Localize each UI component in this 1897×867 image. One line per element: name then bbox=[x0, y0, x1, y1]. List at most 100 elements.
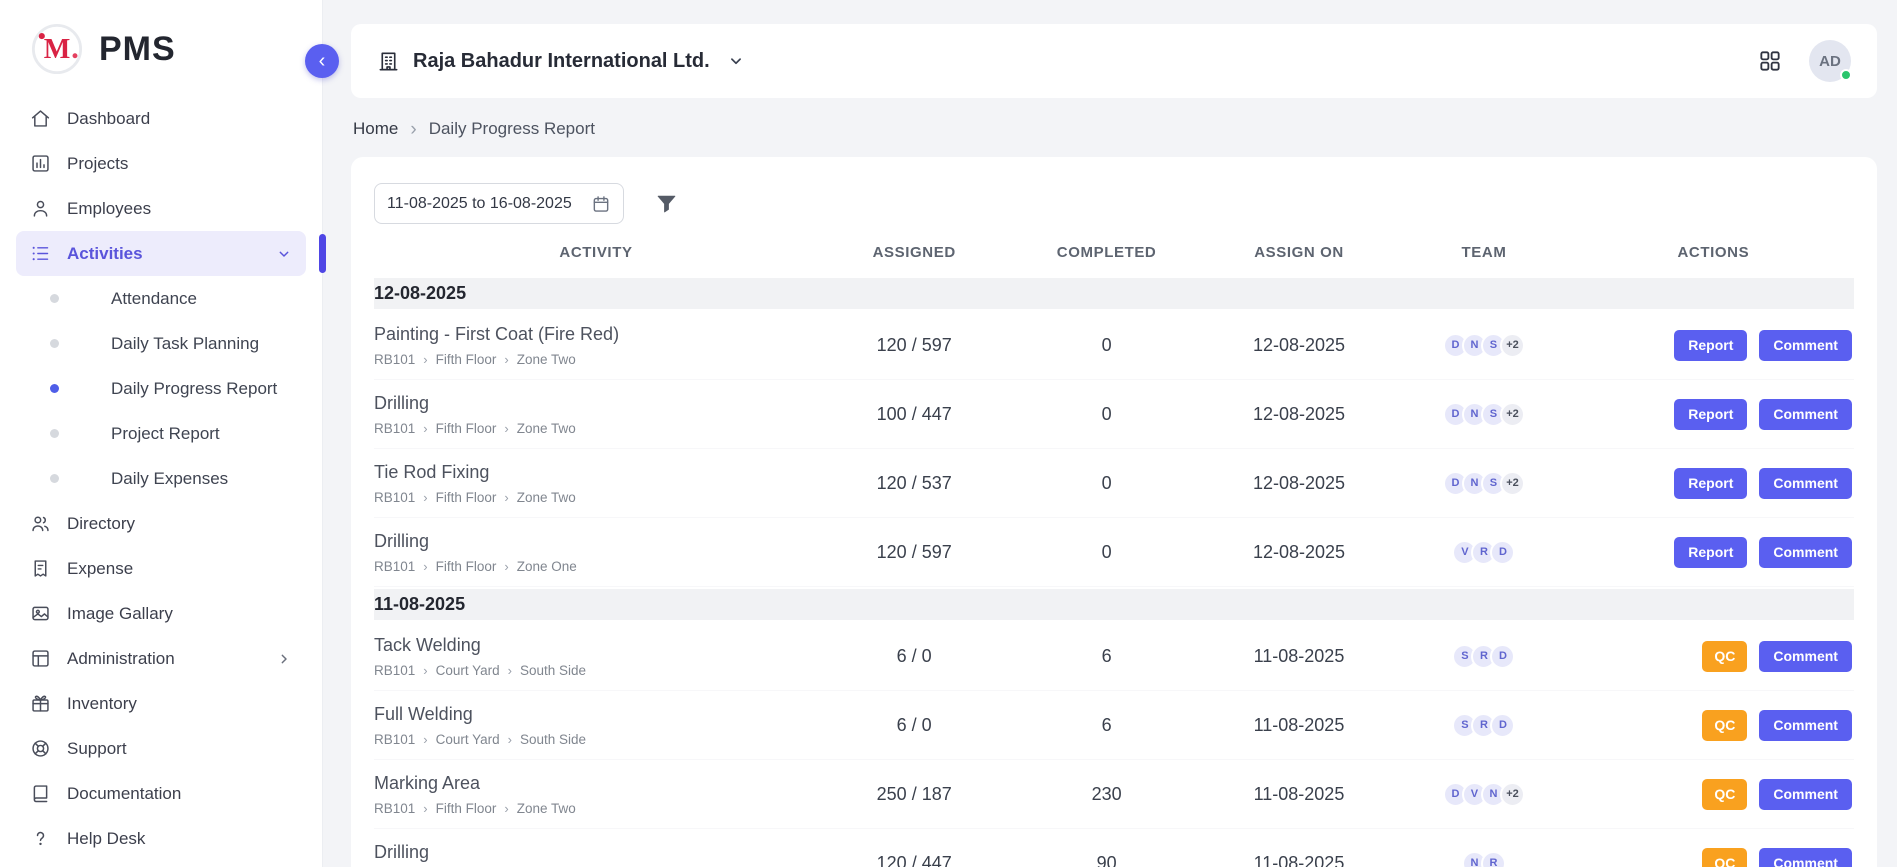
qc-button[interactable]: QC bbox=[1702, 710, 1747, 741]
sidebar-subitem-label: Daily Task Planning bbox=[111, 334, 259, 354]
activity-location-path: RB101›Fifth Floor›Zone Two bbox=[374, 801, 818, 816]
qc-button[interactable]: QC bbox=[1702, 779, 1747, 810]
activity-name: Drilling bbox=[374, 393, 818, 414]
completed-value: 90 bbox=[1010, 853, 1202, 867]
date-range-value: 11-08-2025 to 16-08-2025 bbox=[387, 195, 572, 213]
comment-button[interactable]: Comment bbox=[1759, 330, 1852, 361]
report-button[interactable]: Report bbox=[1674, 330, 1747, 361]
bullet-icon bbox=[50, 384, 59, 393]
company-selector[interactable]: Raja Bahadur International Ltd. bbox=[377, 50, 745, 73]
administration-icon bbox=[30, 648, 51, 669]
sidebar-item-label: Inventory bbox=[67, 694, 137, 714]
inventory-icon bbox=[30, 693, 51, 714]
sidebar-item-projects[interactable]: Projects bbox=[16, 141, 306, 186]
completed-value: 0 bbox=[1010, 473, 1202, 494]
comment-button[interactable]: Comment bbox=[1759, 468, 1852, 499]
comment-button[interactable]: Comment bbox=[1759, 399, 1852, 430]
date-range-input[interactable]: 11-08-2025 to 16-08-2025 bbox=[374, 183, 624, 224]
expense-icon bbox=[30, 558, 51, 579]
qc-button[interactable]: QC bbox=[1702, 848, 1747, 867]
actions-cell: QC Comment bbox=[1573, 848, 1854, 867]
sidebar-subitem-daily-expenses[interactable]: Daily Expenses bbox=[16, 456, 306, 501]
company-name: Raja Bahadur International Ltd. bbox=[413, 50, 710, 73]
team-extra-count[interactable]: +2 bbox=[1500, 471, 1525, 496]
sidebar-item-dashboard[interactable]: Dashboard bbox=[16, 96, 306, 141]
path-segment: RB101 bbox=[374, 559, 415, 574]
user-avatar[interactable]: AD bbox=[1809, 40, 1851, 82]
assign-on-date: 11-08-2025 bbox=[1203, 715, 1395, 736]
report-button[interactable]: Report bbox=[1674, 399, 1747, 430]
sidebar-item-inventory[interactable]: Inventory bbox=[16, 681, 306, 726]
report-button[interactable]: Report bbox=[1674, 468, 1747, 499]
sidebar-subitem-daily-task-planning[interactable]: Daily Task Planning bbox=[16, 321, 306, 366]
qc-button[interactable]: QC bbox=[1702, 641, 1747, 672]
sidebar-nav: DashboardProjectsEmployeesActivitiesAtte… bbox=[0, 90, 322, 861]
team-member-avatar[interactable]: R bbox=[1481, 851, 1506, 867]
bullet-icon bbox=[50, 474, 59, 483]
comment-button[interactable]: Comment bbox=[1759, 710, 1852, 741]
chevron-right-icon: › bbox=[410, 120, 416, 139]
sidebar-item-help-desk[interactable]: Help Desk bbox=[16, 816, 306, 861]
sidebar-subitem-attendance[interactable]: Attendance bbox=[16, 276, 306, 321]
chevron-right-icon: › bbox=[504, 352, 508, 367]
actions-cell: Report Comment bbox=[1573, 468, 1854, 499]
chevron-right-icon: › bbox=[504, 421, 508, 436]
table-row: Full WeldingRB101›Court Yard›South Side6… bbox=[374, 691, 1854, 760]
path-segment: South Side bbox=[520, 732, 586, 747]
sidebar-item-administration[interactable]: Administration bbox=[16, 636, 306, 681]
sidebar-collapse-button[interactable]: ‹ bbox=[305, 44, 339, 78]
path-segment: Court Yard bbox=[436, 663, 500, 678]
apps-grid-icon[interactable] bbox=[1757, 48, 1783, 74]
chevron-right-icon: › bbox=[423, 490, 427, 505]
actions-cell: Report Comment bbox=[1573, 330, 1854, 361]
sidebar-item-directory[interactable]: Directory bbox=[16, 501, 306, 546]
support-icon bbox=[30, 738, 51, 759]
chevron-right-icon: › bbox=[423, 559, 427, 574]
comment-button[interactable]: Comment bbox=[1759, 779, 1852, 810]
sidebar-item-employees[interactable]: Employees bbox=[16, 186, 306, 231]
building-icon bbox=[377, 50, 400, 73]
path-segment: Fifth Floor bbox=[436, 421, 497, 436]
sidebar-item-documentation[interactable]: Documentation bbox=[16, 771, 306, 816]
table-row: Painting - First Coat (Fire Red)RB101›Fi… bbox=[374, 311, 1854, 380]
sidebar-item-image-gallary[interactable]: Image Gallary bbox=[16, 591, 306, 636]
directory-icon bbox=[30, 513, 51, 534]
calendar-icon bbox=[591, 194, 611, 214]
comment-button[interactable]: Comment bbox=[1759, 848, 1852, 867]
activity-name: Painting - First Coat (Fire Red) bbox=[374, 324, 818, 345]
sidebar-item-expense[interactable]: Expense bbox=[16, 546, 306, 591]
sidebar-item-support[interactable]: Support bbox=[16, 726, 306, 771]
chevron-right-icon: › bbox=[423, 801, 427, 816]
breadcrumb-home[interactable]: Home bbox=[353, 119, 398, 139]
team-extra-count[interactable]: +2 bbox=[1500, 782, 1525, 807]
path-segment: Fifth Floor bbox=[436, 559, 497, 574]
comment-button[interactable]: Comment bbox=[1759, 641, 1852, 672]
comment-button[interactable]: Comment bbox=[1759, 537, 1852, 568]
team-cell: DVN+2 bbox=[1395, 782, 1573, 807]
team-member-avatar[interactable]: D bbox=[1490, 540, 1515, 565]
team-member-avatar[interactable]: D bbox=[1490, 713, 1515, 738]
path-segment: Zone One bbox=[517, 559, 577, 574]
path-segment: RB101 bbox=[374, 732, 415, 747]
online-status-dot bbox=[1840, 69, 1852, 81]
sidebar-subitem-project-report[interactable]: Project Report bbox=[16, 411, 306, 456]
sidebar-subitem-daily-progress-report[interactable]: Daily Progress Report bbox=[16, 366, 306, 411]
path-segment: Fifth Floor bbox=[436, 490, 497, 505]
assigned-value: 120 / 597 bbox=[818, 335, 1010, 356]
path-segment: RB101 bbox=[374, 663, 415, 678]
path-segment: Zone Two bbox=[517, 801, 576, 816]
assigned-value: 120 / 537 bbox=[818, 473, 1010, 494]
documentation-icon bbox=[30, 783, 51, 804]
team-extra-count[interactable]: +2 bbox=[1500, 402, 1525, 427]
team-cell: VRD bbox=[1395, 540, 1573, 565]
activity-cell: Painting - First Coat (Fire Red)RB101›Fi… bbox=[374, 324, 818, 367]
topbar: Raja Bahadur International Ltd. AD bbox=[351, 24, 1877, 98]
actions-cell: Report Comment bbox=[1573, 399, 1854, 430]
active-item-indicator bbox=[319, 234, 326, 273]
report-button[interactable]: Report bbox=[1674, 537, 1747, 568]
sidebar-item-activities[interactable]: Activities bbox=[16, 231, 306, 276]
team-extra-count[interactable]: +2 bbox=[1500, 333, 1525, 358]
filter-icon[interactable] bbox=[654, 191, 679, 216]
team-member-avatar[interactable]: D bbox=[1490, 644, 1515, 669]
activity-cell: DrillingRB101›Fifth Floor›Zone Two bbox=[374, 393, 818, 436]
